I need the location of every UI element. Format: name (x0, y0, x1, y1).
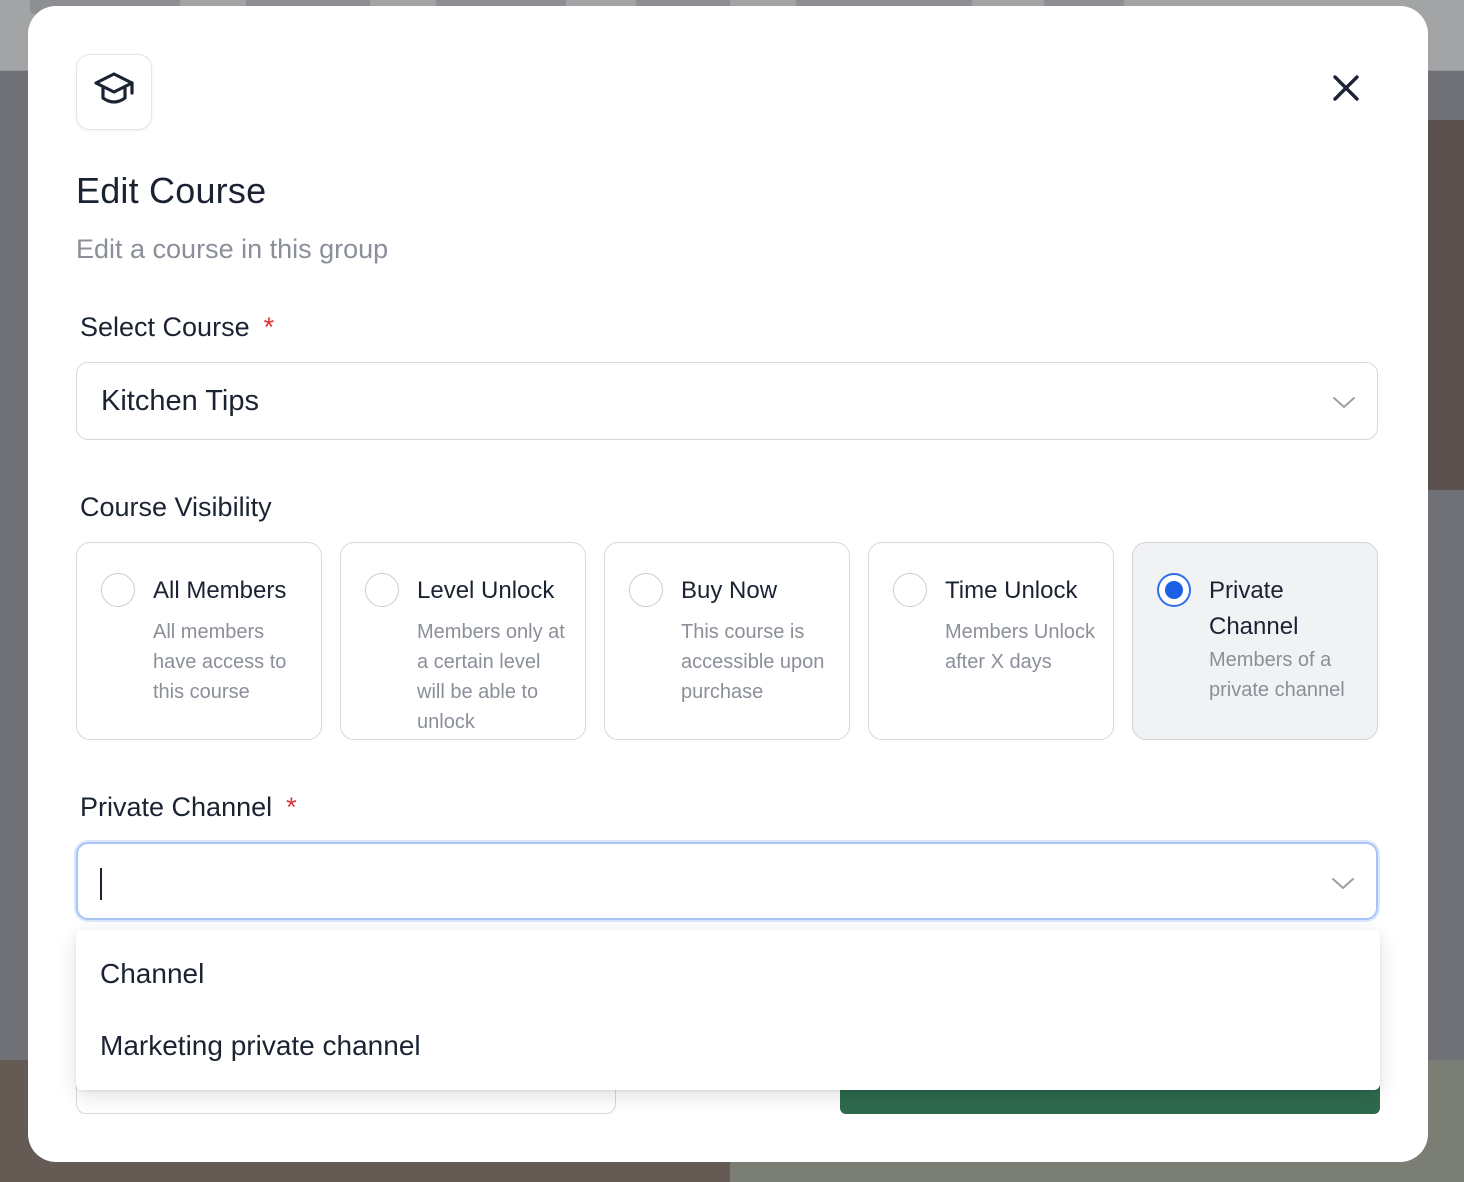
option-title: All Members (153, 577, 287, 604)
select-course-value: Kitchen Tips (101, 385, 259, 417)
close-button[interactable] (1324, 68, 1368, 112)
select-course-label: Select Course * (80, 312, 274, 343)
chevron-down-icon (1331, 390, 1357, 416)
visibility-option-all-members[interactable]: All Members All members have access to t… (76, 542, 322, 740)
modal-icon-container (76, 54, 152, 130)
chevron-down-icon (1330, 871, 1356, 897)
option-description: Members only at a certain level will be … (417, 621, 565, 733)
radio-button-selected[interactable] (1157, 573, 1191, 607)
option-title: Buy Now (681, 577, 778, 604)
required-mark: * (263, 312, 275, 342)
edit-course-modal: Edit Course Edit a course in this group … (28, 6, 1428, 1162)
private-channel-label: Private Channel * (80, 792, 297, 823)
required-mark: * (286, 792, 297, 822)
graduation-cap-icon (92, 68, 136, 117)
option-title: Private Channel (1209, 577, 1299, 640)
course-visibility-label: Course Visibility (80, 492, 272, 522)
option-title: Time Unlock (945, 577, 1078, 604)
menu-item-marketing-private-channel[interactable]: Marketing private channel (100, 1030, 421, 1062)
option-description: This course is accessible upon purchase (681, 621, 825, 703)
close-icon (1332, 74, 1360, 107)
option-description: Members of a private channel (1209, 649, 1345, 701)
radio-button[interactable] (101, 573, 135, 607)
select-course-dropdown[interactable]: Kitchen Tips (76, 362, 1378, 440)
private-channel-label-text: Private Channel (80, 792, 273, 822)
modal-title: Edit Course (76, 170, 267, 211)
visibility-option-buy-now[interactable]: Buy Now This course is accessible upon p… (604, 542, 850, 740)
menu-item-channel[interactable]: Channel (100, 958, 204, 990)
visibility-option-level-unlock[interactable]: Level Unlock Members only at a certain l… (340, 542, 586, 740)
visibility-option-time-unlock[interactable]: Time Unlock Members Unlock after X days (868, 542, 1114, 740)
visibility-option-private-channel[interactable]: Private Channel Members of a private cha… (1132, 542, 1378, 740)
option-description: Members Unlock after X days (945, 621, 1096, 673)
option-title: Level Unlock (417, 577, 555, 604)
select-course-label-text: Select Course (80, 312, 250, 342)
radio-button[interactable] (365, 573, 399, 607)
modal-subtitle: Edit a course in this group (76, 234, 389, 264)
text-cursor (100, 868, 102, 900)
radio-button[interactable] (629, 573, 663, 607)
private-channel-options-menu: Channel Marketing private channel (76, 930, 1380, 1090)
radio-button[interactable] (893, 573, 927, 607)
private-channel-dropdown[interactable] (76, 842, 1378, 920)
option-description: All members have access to this course (153, 621, 287, 703)
